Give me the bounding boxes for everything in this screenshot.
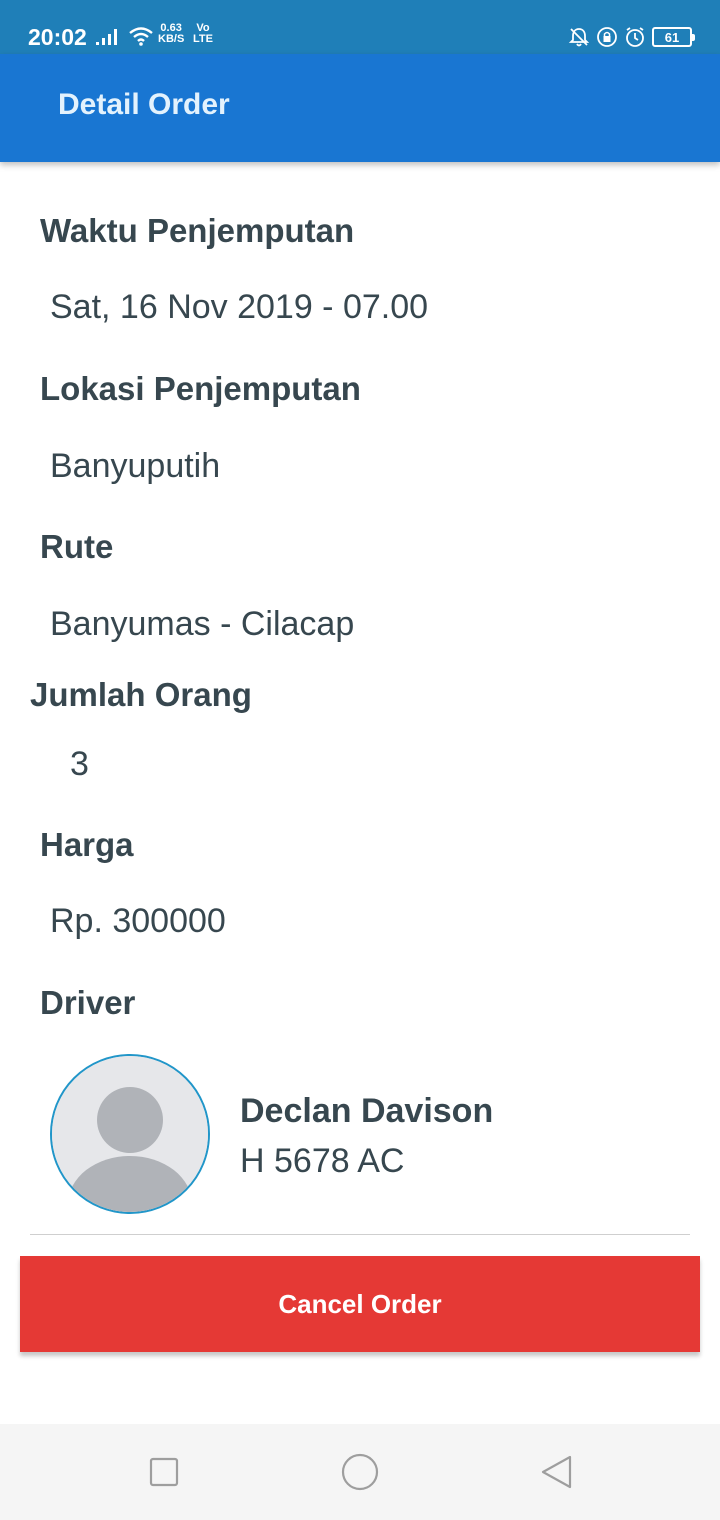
wifi-icon (129, 27, 153, 46)
cancel-order-button[interactable]: Cancel Order (20, 1256, 700, 1352)
pickup-time-value: Sat, 16 Nov 2019 - 07.00 (50, 288, 429, 326)
driver-avatar (50, 1054, 210, 1214)
network-type-lte: LTE (193, 33, 213, 45)
app-bar: Detail Order (0, 54, 720, 162)
battery-icon: 61 (652, 27, 695, 47)
back-button[interactable] (534, 1450, 578, 1494)
home-button[interactable] (338, 1450, 382, 1494)
driver-label: Driver (40, 984, 136, 1021)
bell-muted-icon (568, 28, 590, 47)
network-type: Vo LTE (193, 23, 213, 45)
driver-plate-number: H 5678 AC (240, 1142, 405, 1180)
people-count-label: Jumlah Orang (30, 676, 252, 713)
status-time: 20:02 (28, 24, 87, 50)
pickup-location-label: Lokasi Penjemputan (40, 370, 361, 407)
driver-name: Declan Davison (240, 1092, 494, 1130)
signal-icon (96, 29, 117, 45)
recents-button[interactable] (142, 1450, 186, 1494)
network-speed-unit: KB/S (158, 33, 185, 45)
recents-icon (149, 1457, 179, 1487)
divider (30, 1234, 690, 1235)
people-count-value: 3 (70, 745, 89, 783)
home-icon (341, 1453, 379, 1491)
status-icons-right: 61 (568, 24, 695, 50)
status-bar: 20:02 0.63 KB/S Vo LTE 61 (0, 0, 720, 54)
route-label: Rute (40, 528, 114, 565)
back-icon (541, 1455, 572, 1489)
alarm-icon (626, 27, 644, 47)
route-value: Banyumas - Cilacap (50, 605, 355, 643)
network-speed: 0.63 KB/S (158, 23, 184, 45)
pickup-location-value: Banyuputih (50, 447, 221, 485)
system-nav-bar (0, 1424, 720, 1520)
battery-level: 61 (664, 29, 680, 45)
rotation-lock-icon (597, 27, 617, 47)
price-value: Rp. 300000 (50, 902, 226, 940)
page-title: Detail Order (58, 88, 230, 121)
pickup-time-label: Waktu Penjemputan (40, 212, 355, 249)
person-avatar-icon (52, 1056, 208, 1212)
price-label: Harga (40, 826, 134, 863)
